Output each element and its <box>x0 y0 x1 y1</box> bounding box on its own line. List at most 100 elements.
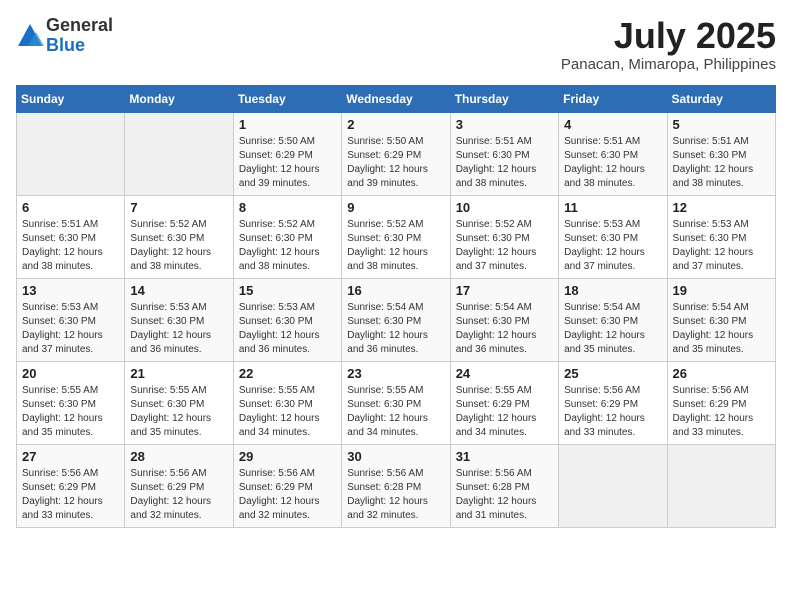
location: Panacan, Mimaropa, Philippines <box>561 56 776 73</box>
weekday-header-thursday: Thursday <box>450 85 558 112</box>
calendar-cell: 24 Sunrise: 5:55 AMSunset: 6:29 PMDayligh… <box>450 361 558 444</box>
calendar-cell: 22 Sunrise: 5:55 AMSunset: 6:30 PMDayligh… <box>233 361 341 444</box>
day-number: 9 <box>347 200 444 215</box>
day-number: 29 <box>239 449 336 464</box>
day-number: 13 <box>22 283 119 298</box>
logo: General Blue <box>16 16 113 56</box>
calendar-cell: 16Sunrise: 5:54 AMSunset: 6:30 PMDayligh… <box>342 278 450 361</box>
calendar-cell: 2Sunrise: 5:50 AMSunset: 6:29 PMDaylight… <box>342 112 450 195</box>
weekday-header-sunday: Sunday <box>17 85 125 112</box>
calendar-cell <box>559 444 667 527</box>
calendar-cell: 26 Sunrise: 5:56 AMSunset: 6:29 PMDayligh… <box>667 361 775 444</box>
day-number: 23 <box>347 366 444 381</box>
day-detail: Sunrise: 5:56 AMSunset: 6:29 PMDaylight:… <box>673 384 770 440</box>
calendar-cell: 3Sunrise: 5:51 AMSunset: 6:30 PMDaylight… <box>450 112 558 195</box>
day-number: 15 <box>239 283 336 298</box>
day-number: 18 <box>564 283 661 298</box>
calendar-cell: 17 Sunrise: 5:54 AMSunset: 6:30 PMDayligh… <box>450 278 558 361</box>
calendar-cell <box>17 112 125 195</box>
calendar-cell: 20Sunrise: 5:55 AMSunset: 6:30 PMDayligh… <box>17 361 125 444</box>
day-detail: Sunrise: 5:52 AMSunset: 6:30 PMDaylight:… <box>130 218 227 274</box>
day-detail: Sunrise: 5:51 AMSunset: 6:30 PMDaylight:… <box>673 135 770 191</box>
day-detail: Sunrise: 5:52 AMSunset: 6:30 PMDaylight:… <box>347 218 444 274</box>
calendar-cell: 11 Sunrise: 5:53 AMSunset: 6:30 PMDayligh… <box>559 195 667 278</box>
calendar-cell: 31 Sunrise: 5:56 AMSunset: 6:28 PMDayligh… <box>450 444 558 527</box>
day-number: 2 <box>347 117 444 132</box>
calendar-cell: 7 Sunrise: 5:52 AMSunset: 6:30 PMDaylight… <box>125 195 233 278</box>
day-number: 21 <box>130 366 227 381</box>
calendar-cell: 29Sunrise: 5:56 AMSunset: 6:29 PMDayligh… <box>233 444 341 527</box>
day-number: 8 <box>239 200 336 215</box>
day-detail: Sunrise: 5:52 AMSunset: 6:30 PMDaylight:… <box>456 218 553 274</box>
calendar-table: SundayMondayTuesdayWednesdayThursdayFrid… <box>16 85 776 528</box>
day-number: 17 <box>456 283 553 298</box>
week-row-2: 6 Sunrise: 5:51 AMSunset: 6:30 PMDaylight… <box>17 195 776 278</box>
calendar-cell: 13 Sunrise: 5:53 AMSunset: 6:30 PMDayligh… <box>17 278 125 361</box>
logo-icon <box>16 22 44 50</box>
weekday-header-friday: Friday <box>559 85 667 112</box>
day-number: 11 <box>564 200 661 215</box>
weekday-header-row: SundayMondayTuesdayWednesdayThursdayFrid… <box>17 85 776 112</box>
day-detail: Sunrise: 5:55 AMSunset: 6:30 PMDaylight:… <box>130 384 227 440</box>
day-number: 20 <box>22 366 119 381</box>
calendar-cell: 25 Sunrise: 5:56 AMSunset: 6:29 PMDayligh… <box>559 361 667 444</box>
day-number: 28 <box>130 449 227 464</box>
day-detail: Sunrise: 5:54 AMSunset: 6:30 PMDaylight:… <box>673 301 770 357</box>
day-detail: Sunrise: 5:56 AMSunset: 6:29 PMDaylight:… <box>564 384 661 440</box>
day-number: 6 <box>22 200 119 215</box>
week-row-5: 27Sunrise: 5:56 AMSunset: 6:29 PMDayligh… <box>17 444 776 527</box>
day-number: 7 <box>130 200 227 215</box>
calendar-cell: 19 Sunrise: 5:54 AMSunset: 6:30 PMDayligh… <box>667 278 775 361</box>
calendar-cell: 21 Sunrise: 5:55 AMSunset: 6:30 PMDayligh… <box>125 361 233 444</box>
day-detail: Sunrise: 5:56 AMSunset: 6:28 PMDaylight:… <box>347 467 444 523</box>
day-detail: Sunrise: 5:56 AMSunset: 6:28 PMDaylight:… <box>456 467 553 523</box>
week-row-1: 1 Sunrise: 5:50 AMSunset: 6:29 PMDaylight… <box>17 112 776 195</box>
day-number: 25 <box>564 366 661 381</box>
day-detail: Sunrise: 5:51 AMSunset: 6:30 PMDaylight:… <box>564 135 661 191</box>
calendar-cell: 5 Sunrise: 5:51 AMSunset: 6:30 PMDaylight… <box>667 112 775 195</box>
calendar-cell: 27Sunrise: 5:56 AMSunset: 6:29 PMDayligh… <box>17 444 125 527</box>
day-detail: Sunrise: 5:53 AMSunset: 6:30 PMDaylight:… <box>22 301 119 357</box>
day-detail: Sunrise: 5:51 AMSunset: 6:30 PMDaylight:… <box>22 218 119 274</box>
calendar-cell: 23 Sunrise: 5:55 AMSunset: 6:30 PMDayligh… <box>342 361 450 444</box>
day-number: 14 <box>130 283 227 298</box>
calendar-cell <box>667 444 775 527</box>
day-number: 1 <box>239 117 336 132</box>
weekday-header-wednesday: Wednesday <box>342 85 450 112</box>
day-number: 4 <box>564 117 661 132</box>
day-detail: Sunrise: 5:52 AMSunset: 6:30 PMDaylight:… <box>239 218 336 274</box>
logo-text: General Blue <box>46 16 113 56</box>
day-detail: Sunrise: 5:56 AMSunset: 6:29 PMDaylight:… <box>130 467 227 523</box>
day-number: 3 <box>456 117 553 132</box>
calendar-cell: 12Sunrise: 5:53 AMSunset: 6:30 PMDayligh… <box>667 195 775 278</box>
day-detail: Sunrise: 5:56 AMSunset: 6:29 PMDaylight:… <box>22 467 119 523</box>
logo-blue: Blue <box>46 36 113 56</box>
day-detail: Sunrise: 5:54 AMSunset: 6:30 PMDaylight:… <box>564 301 661 357</box>
day-number: 10 <box>456 200 553 215</box>
weekday-header-tuesday: Tuesday <box>233 85 341 112</box>
calendar-cell: 1 Sunrise: 5:50 AMSunset: 6:29 PMDaylight… <box>233 112 341 195</box>
calendar-cell: 18 Sunrise: 5:54 AMSunset: 6:30 PMDayligh… <box>559 278 667 361</box>
month-title: July 2025 <box>561 16 776 56</box>
weekday-header-monday: Monday <box>125 85 233 112</box>
calendar-cell <box>125 112 233 195</box>
day-detail: Sunrise: 5:53 AMSunset: 6:30 PMDaylight:… <box>673 218 770 274</box>
day-number: 16 <box>347 283 444 298</box>
page-header: General Blue July 2025 Panacan, Mimaropa… <box>16 16 776 73</box>
day-detail: Sunrise: 5:50 AMSunset: 6:29 PMDaylight:… <box>239 135 336 191</box>
day-detail: Sunrise: 5:55 AMSunset: 6:30 PMDaylight:… <box>239 384 336 440</box>
day-number: 5 <box>673 117 770 132</box>
day-detail: Sunrise: 5:55 AMSunset: 6:29 PMDaylight:… <box>456 384 553 440</box>
day-number: 24 <box>456 366 553 381</box>
day-detail: Sunrise: 5:53 AMSunset: 6:30 PMDaylight:… <box>564 218 661 274</box>
day-detail: Sunrise: 5:53 AMSunset: 6:30 PMDaylight:… <box>239 301 336 357</box>
day-number: 31 <box>456 449 553 464</box>
day-number: 26 <box>673 366 770 381</box>
day-number: 30 <box>347 449 444 464</box>
day-detail: Sunrise: 5:54 AMSunset: 6:30 PMDaylight:… <box>456 301 553 357</box>
week-row-3: 13 Sunrise: 5:53 AMSunset: 6:30 PMDayligh… <box>17 278 776 361</box>
day-number: 22 <box>239 366 336 381</box>
day-detail: Sunrise: 5:55 AMSunset: 6:30 PMDaylight:… <box>347 384 444 440</box>
day-number: 19 <box>673 283 770 298</box>
logo-general: General <box>46 16 113 36</box>
